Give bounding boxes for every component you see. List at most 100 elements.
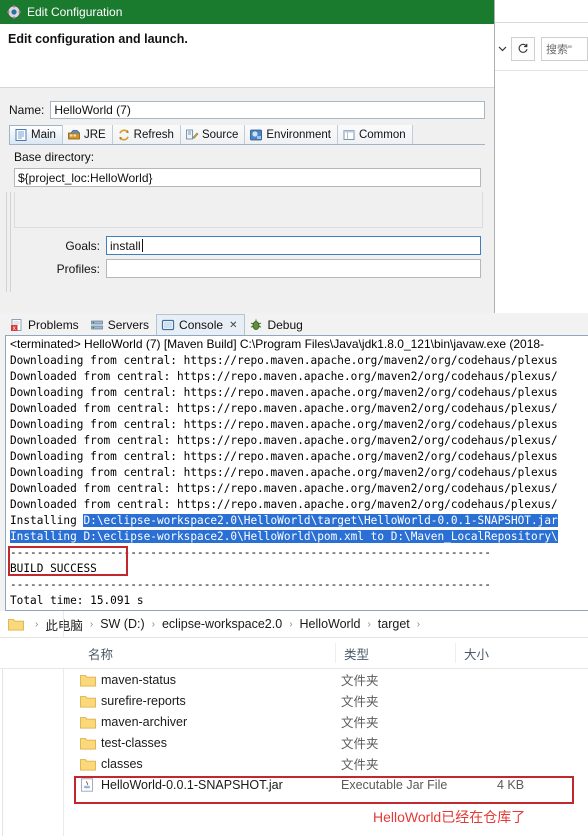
breadcrumb-separator: › [289,618,293,630]
install-path-selected: D:\eclipse-workspace2.0\HelloWorld\targe… [83,514,558,527]
file-name: HelloWorld-0.0.1-SNAPSHOT.jar [101,777,283,792]
file-size: 4 KB [497,777,525,792]
goals-input-value: install [110,238,141,253]
console-line: Downloaded from central: https://repo.ma… [10,482,558,495]
document-icon [14,128,28,142]
tab-label: Problems [28,317,79,332]
breadcrumb: › 此电脑 › SW (D:) › eclipse-workspace2.0 ›… [0,611,588,638]
table-row[interactable]: test-classes 文件夹 [0,732,588,753]
column-header-name[interactable]: 名称 [80,643,335,663]
edit-configuration-dialog: Edit Configuration Edit configuration an… [0,0,495,313]
dialog-header-text: Edit configuration and launch. [8,32,188,46]
breadcrumb-separator: › [416,618,421,630]
dialog-title-bar: Edit Configuration [0,0,494,24]
tab-label: Common [358,128,406,141]
environment-icon [249,128,263,142]
dialog-header: Edit configuration and launch. [0,24,494,88]
table-row[interactable]: surefire-reports 文件夹 [0,690,588,711]
source-icon [185,128,199,142]
file-name: test-classes [101,735,167,750]
file-explorer: › 此电脑 › SW (D:) › eclipse-workspace2.0 ›… [0,611,588,836]
breadcrumb-separator: › [367,618,371,630]
file-type: 文件夹 [341,716,379,730]
goals-label: Goals: [65,238,100,253]
file-name: classes [101,756,143,771]
breadcrumb-separator: › [35,618,39,630]
tab-console[interactable]: Console ✕ [156,314,246,335]
console-output[interactable]: <terminated> HelloWorld (7) [Maven Build… [5,335,588,611]
table-row[interactable]: maven-status 文件夹 [0,669,588,690]
tab-label: Environment [266,128,331,141]
tab-common[interactable]: Common [336,125,413,144]
table-row[interactable]: classes 文件夹 [0,753,588,774]
tab-servers[interactable]: Servers [86,314,156,335]
chevron-down-icon[interactable] [494,38,510,60]
tab-main[interactable]: Main [9,125,63,144]
refresh-arrows-icon [117,128,131,142]
goals-row: Goals: install [14,235,481,256]
jre-icon [67,128,81,142]
console-line: Downloading from central: https://repo.m… [10,450,558,463]
breadcrumb-item-0[interactable]: 此电脑 [43,615,85,634]
table-row[interactable]: HelloWorld-0.0.1-SNAPSHOT.jar Executable… [0,774,588,795]
folder-icon [80,736,96,750]
console-total-time: Total time: 15.091 s [10,594,144,607]
console-line: Downloading from central: https://repo.m… [10,354,558,367]
background-window-top-border [494,22,588,23]
background-explorer-toolbar: 搜索" [494,34,588,64]
tab-problems[interactable]: x Problems [6,314,86,335]
refresh-icon[interactable] [511,37,535,61]
close-icon[interactable]: ✕ [229,320,237,331]
tab-source[interactable]: Source [179,125,246,144]
console-line: Downloading from central: https://repo.m… [10,418,558,431]
breadcrumb-item-1[interactable]: SW (D:) [98,617,146,631]
breadcrumb-item-3[interactable]: HelloWorld [298,617,363,631]
common-icon [342,128,356,142]
table-row[interactable]: maven-archiver 文件夹 [0,711,588,732]
tab-debug[interactable]: Debug [245,314,309,335]
explorer-column-headers: 名称 类型 大小 [0,638,588,669]
breadcrumb-separator: › [89,618,94,630]
console-tab-bar: x Problems Servers Console ✕ Debug [0,313,588,335]
file-name: maven-status [101,672,177,687]
tab-refresh[interactable]: Refresh [111,125,181,144]
column-header-type[interactable]: 类型 [335,643,455,663]
goals-input[interactable]: install [106,236,481,255]
name-input[interactable]: HelloWorld (7) [50,101,485,119]
install-path-selected-2: Installing D:\eclipse-workspace2.0\Hello… [10,530,558,543]
folder-icon [80,715,96,729]
breadcrumb-item-2[interactable]: eclipse-workspace2.0 [160,617,284,631]
breadcrumb-separator: › [151,618,155,630]
screenshot-root: 搜索" Edit Configuration Edit configuratio… [0,0,588,836]
dialog-button-panel [14,192,483,228]
console-separator-top: ----------------------------------------… [10,546,491,559]
tab-environment[interactable]: Environment [244,125,338,144]
text-caret [141,239,143,252]
file-type: 文件夹 [341,737,379,751]
console-build-result: BUILD SUCCESS [10,562,97,575]
tab-jre[interactable]: JRE [61,125,113,144]
file-name: surefire-reports [101,693,186,708]
file-type: Executable Jar File [341,777,448,792]
file-type: 文件夹 [341,758,379,772]
console-line: Downloaded from central: https://repo.ma… [10,370,558,383]
dialog-title-text: Edit Configuration [27,5,123,19]
problems-icon: x [10,318,24,332]
column-header-size[interactable]: 大小 [455,643,535,663]
breadcrumb-item-4[interactable]: target [376,617,412,631]
console-install-line-1: Installing D:\eclipse-workspace2.0\Hello… [6,513,588,529]
jar-file-icon [80,777,96,792]
tab-label: Refresh [133,128,174,141]
dialog-left-rail [6,192,11,292]
servers-icon [90,318,104,332]
name-label: Name: [9,103,45,117]
console-install-line-2: Installing D:\eclipse-workspace2.0\Hello… [6,529,588,545]
folder-icon [8,617,24,631]
base-directory-input[interactable]: ${project_loc:HelloWorld} [14,168,481,187]
profiles-input[interactable] [106,259,481,278]
search-input[interactable]: 搜索" [541,37,588,61]
console-process-header: <terminated> HelloWorld (7) [Maven Build… [10,337,545,351]
console-line: Downloading from central: https://repo.m… [10,386,558,399]
folder-icon [80,673,96,687]
dialog-body: Name: HelloWorld (7) Main JRE Refresh So… [0,88,494,313]
